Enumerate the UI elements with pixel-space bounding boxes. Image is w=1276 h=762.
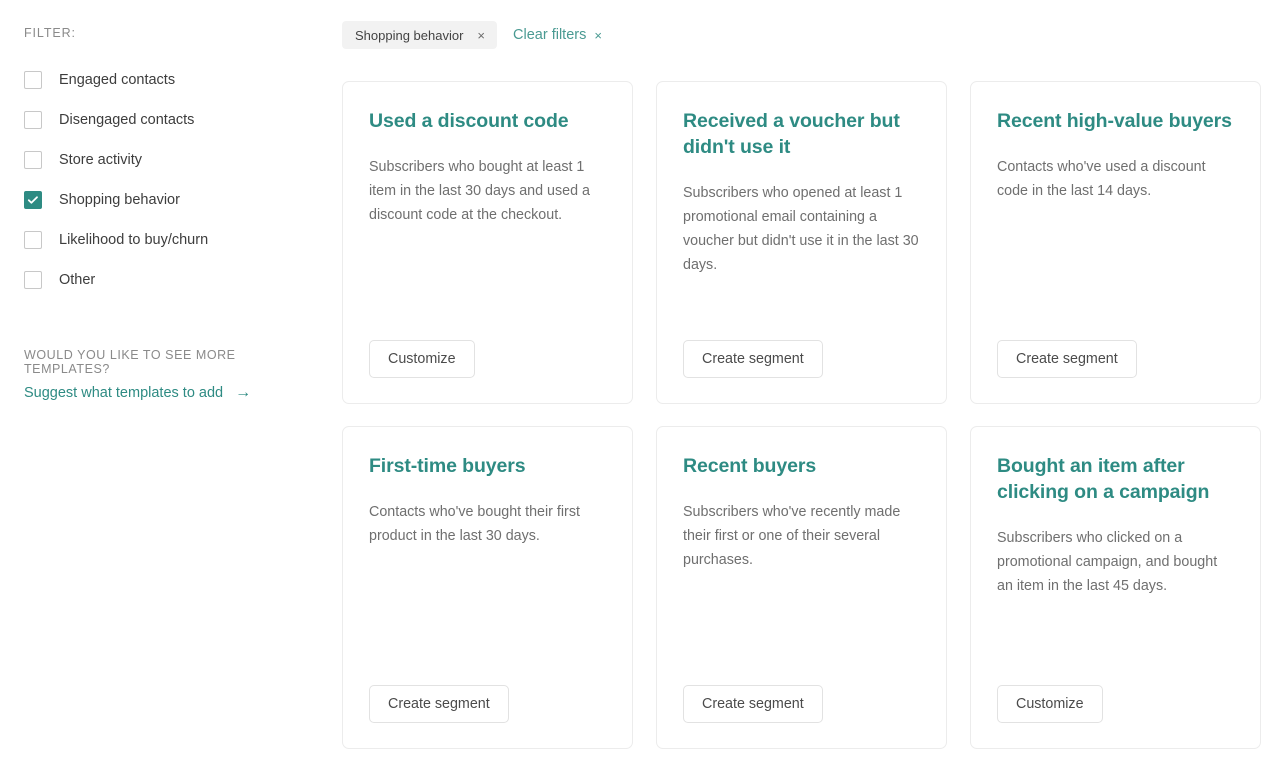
active-filters-bar: Shopping behavior × Clear filters × bbox=[342, 21, 1262, 49]
filter-item-label: Disengaged contacts bbox=[59, 111, 195, 128]
checkbox-engaged-contacts[interactable] bbox=[24, 71, 42, 89]
card-description: Contacts who've bought their first produ… bbox=[369, 503, 580, 544]
checkbox-store-activity[interactable] bbox=[24, 151, 42, 169]
segment-templates-page: FILTER: Engaged contacts Disengaged cont… bbox=[0, 0, 1276, 762]
filter-item-store-activity[interactable]: Store activity bbox=[24, 140, 318, 180]
template-card[interactable]: Used a discount code Subscribers who bou… bbox=[342, 81, 633, 404]
template-card[interactable]: First-time buyers Contacts who've bought… bbox=[342, 426, 633, 749]
card-description: Subscribers who clicked on a promotional… bbox=[997, 529, 1218, 594]
card-action-button[interactable]: Customize bbox=[997, 685, 1103, 723]
chip-label: Shopping behavior bbox=[355, 27, 464, 43]
card-title: Bought an item after clicking on a campa… bbox=[997, 455, 1210, 503]
suggest-link-label: Suggest what templates to add bbox=[24, 385, 224, 401]
filter-sidebar: FILTER: Engaged contacts Disengaged cont… bbox=[0, 0, 342, 762]
card-description: Subscribers who've recently made their f… bbox=[683, 503, 901, 568]
filter-item-label: Likelihood to buy/churn bbox=[59, 231, 209, 248]
suggest-caption: WOULD YOU LIKE TO SEE MORE TEMPLATES? bbox=[24, 348, 236, 376]
arrow-right-icon: → bbox=[235, 384, 252, 401]
filter-checkbox-list: Engaged contacts Disengaged contacts Sto… bbox=[24, 60, 318, 300]
card-action-button[interactable]: Create segment bbox=[369, 685, 509, 723]
card-description: Subscribers who bought at least 1 item i… bbox=[369, 158, 590, 223]
filter-item-label: Engaged contacts bbox=[59, 71, 176, 88]
filter-heading: FILTER: bbox=[24, 26, 76, 40]
filter-item-likelihood-to-buy-churn[interactable]: Likelihood to buy/churn bbox=[24, 220, 318, 260]
card-title: Recent buyers bbox=[683, 455, 817, 477]
checkbox-shopping-behavior[interactable] bbox=[24, 191, 42, 209]
close-icon: × bbox=[594, 27, 602, 43]
active-filter-chip-shopping-behavior[interactable]: Shopping behavior × bbox=[342, 21, 498, 49]
chip-remove-icon[interactable]: × bbox=[477, 29, 485, 42]
filter-item-disengaged-contacts[interactable]: Disengaged contacts bbox=[24, 100, 318, 140]
template-card-grid: Used a discount code Subscribers who bou… bbox=[342, 81, 1262, 749]
template-card[interactable]: Received a voucher but didn't use it Sub… bbox=[656, 81, 947, 404]
filter-item-engaged-contacts[interactable]: Engaged contacts bbox=[24, 60, 318, 100]
card-action-button[interactable]: Customize bbox=[369, 340, 475, 378]
filter-item-other[interactable]: Other bbox=[24, 260, 318, 300]
clear-filters-button[interactable]: Clear filters × bbox=[513, 27, 602, 43]
card-description: Subscribers who opened at least 1 promot… bbox=[683, 184, 919, 273]
filter-item-label: Store activity bbox=[59, 151, 142, 168]
card-title: Received a voucher but didn't use it bbox=[683, 110, 900, 158]
card-action-button[interactable]: Create segment bbox=[997, 340, 1137, 378]
card-title: Recent high-value buyers bbox=[997, 110, 1232, 132]
card-action-button[interactable]: Create segment bbox=[683, 340, 823, 378]
clear-filters-label: Clear filters bbox=[513, 27, 587, 43]
templates-main: Shopping behavior × Clear filters × Used… bbox=[342, 0, 1276, 762]
card-title: Used a discount code bbox=[369, 110, 569, 132]
checkbox-other[interactable] bbox=[24, 271, 42, 289]
suggest-templates-block: WOULD YOU LIKE TO SEE MORE TEMPLATES? Su… bbox=[24, 348, 324, 402]
checkbox-disengaged-contacts[interactable] bbox=[24, 111, 42, 129]
suggest-templates-link[interactable]: Suggest what templates to add → bbox=[24, 384, 252, 402]
filter-item-label: Other bbox=[59, 271, 96, 288]
template-card[interactable]: Recent high-value buyers Contacts who've… bbox=[970, 81, 1261, 404]
card-title: First-time buyers bbox=[369, 455, 526, 477]
checkbox-likelihood-to-buy-churn[interactable] bbox=[24, 231, 42, 249]
template-card[interactable]: Bought an item after clicking on a campa… bbox=[970, 426, 1261, 749]
card-description: Contacts who've used a discount code in … bbox=[997, 158, 1206, 199]
filter-item-label: Shopping behavior bbox=[59, 191, 180, 208]
filter-item-shopping-behavior[interactable]: Shopping behavior bbox=[24, 180, 318, 220]
template-card[interactable]: Recent buyers Subscribers who've recentl… bbox=[656, 426, 947, 749]
card-action-button[interactable]: Create segment bbox=[683, 685, 823, 723]
